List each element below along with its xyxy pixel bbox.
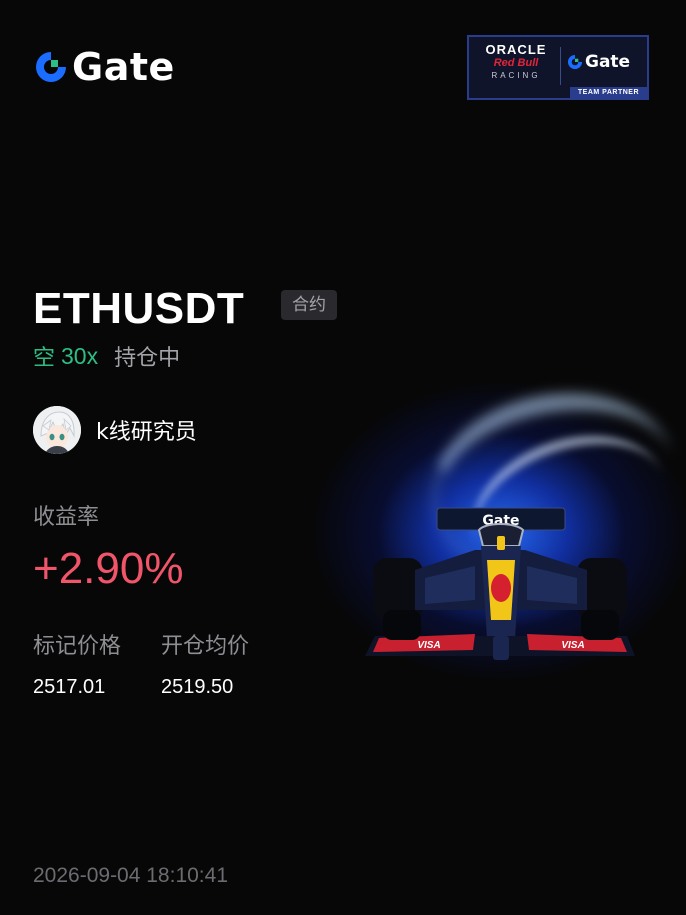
team-partner-badge: ORACLE Red Bull RACING Gate TEAM PARTNER bbox=[467, 35, 649, 100]
redbull-text: Red Bull bbox=[493, 57, 539, 69]
svg-text:VISA: VISA bbox=[417, 640, 440, 651]
partner-gate-logo: Gate bbox=[567, 52, 630, 72]
oracle-redbull-logo: ORACLE Red Bull RACING bbox=[475, 43, 557, 82]
contract-tag: 合约 bbox=[281, 290, 337, 320]
user-info: k线研究员 bbox=[33, 406, 197, 454]
mark-price-label: 标记价格 bbox=[33, 634, 122, 659]
oracle-text: ORACLE bbox=[485, 42, 547, 57]
position-side: 空 bbox=[33, 346, 56, 371]
partner-divider bbox=[560, 47, 561, 85]
partner-gate-text: Gate bbox=[585, 52, 631, 72]
entry-price-value: 2519.50 bbox=[161, 676, 234, 698]
pnl-label: 收益率 bbox=[33, 505, 100, 530]
f1-car-image: Gate VISA VISA bbox=[365, 507, 635, 660]
gate-logo: Gate bbox=[34, 47, 175, 87]
position-info: 空 30x 持仓中 bbox=[33, 340, 180, 372]
logo-text: Gate bbox=[72, 45, 175, 89]
trading-pair: ETHUSDT bbox=[33, 284, 245, 333]
share-card: Gate ORACLE Red Bull RACING Gate TEAM PA… bbox=[0, 0, 686, 915]
pnl-value: +2.90% bbox=[33, 544, 184, 593]
timestamp: 2026-09-04 18:10:41 bbox=[33, 864, 228, 887]
mark-price-value: 2517.01 bbox=[33, 676, 106, 698]
team-partner-label: TEAM PARTNER bbox=[569, 87, 647, 98]
leverage: 30x bbox=[61, 342, 99, 369]
position-status: 持仓中 bbox=[114, 346, 181, 371]
anime-avatar-icon bbox=[33, 406, 81, 454]
gate-logo-icon bbox=[567, 54, 583, 70]
svg-text:VISA: VISA bbox=[561, 640, 584, 651]
entry-price-label: 开仓均价 bbox=[161, 634, 250, 659]
racing-text: RACING bbox=[491, 71, 541, 80]
username: k线研究员 bbox=[96, 420, 197, 445]
gate-logo-icon bbox=[36, 52, 66, 82]
